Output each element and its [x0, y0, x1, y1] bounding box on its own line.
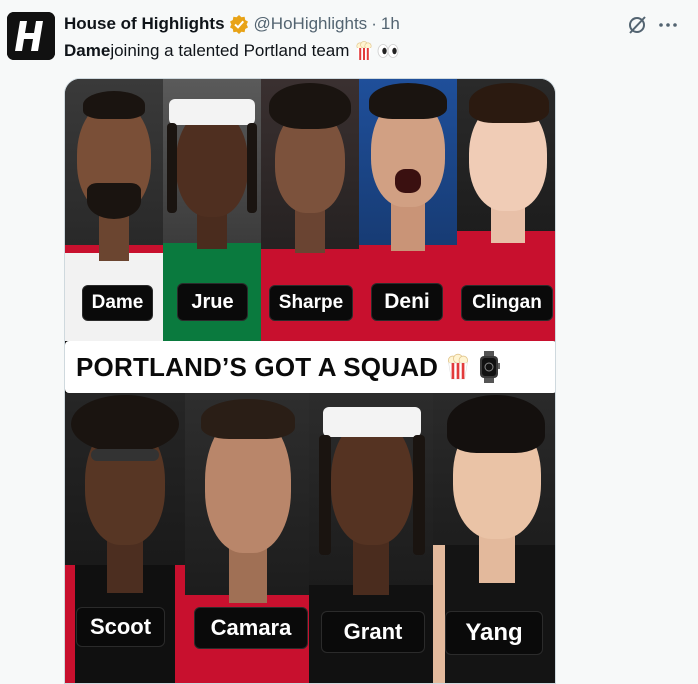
banner-title: PORTLAND’S GOT A SQUAD	[76, 351, 439, 382]
popcorn-icon	[446, 352, 470, 382]
player-label-jrue: Jrue	[177, 283, 248, 321]
handle[interactable]: @HoHighlights	[254, 14, 368, 34]
mention: Dame	[64, 41, 111, 60]
grok-icon[interactable]	[626, 14, 648, 36]
verified-badge-icon[interactable]	[229, 14, 249, 34]
more-options-icon[interactable]	[656, 14, 680, 36]
squad-banner: PORTLAND’S GOT A SQUAD	[65, 341, 555, 393]
tweet-card[interactable]: House of Highlights @HoHighlights · 1h D…	[0, 0, 698, 684]
popcorn-icon	[355, 41, 373, 61]
player-label-dame: Dame	[82, 285, 153, 321]
tweet-text: Dame joining a talented Portland team	[64, 40, 400, 62]
tweet-header: House of Highlights @HoHighlights · 1h	[64, 13, 400, 35]
display-name[interactable]: House of Highlights	[64, 14, 225, 34]
player-label-grant: Grant	[321, 611, 425, 653]
player-label-deni: Deni	[371, 283, 443, 321]
watch-icon	[478, 351, 501, 383]
player-label-camara: Camara	[194, 607, 308, 649]
separator: ·	[371, 14, 377, 33]
avatar[interactable]	[7, 12, 55, 60]
house-of-highlights-logo	[7, 12, 55, 60]
player-label-sharpe: Sharpe	[269, 285, 353, 321]
tweet-body: joining a talented Portland team	[110, 41, 350, 60]
eyes-icon	[376, 41, 400, 61]
timestamp[interactable]: 1h	[381, 14, 400, 34]
player-label-scoot: Scoot	[76, 607, 165, 647]
player-label-clingan: Clingan	[461, 285, 553, 321]
tweet-media-image[interactable]: Dame Jrue Sharpe Deni Clingan PORTLAND’S…	[64, 78, 556, 684]
player-label-yang: Yang	[445, 611, 543, 655]
